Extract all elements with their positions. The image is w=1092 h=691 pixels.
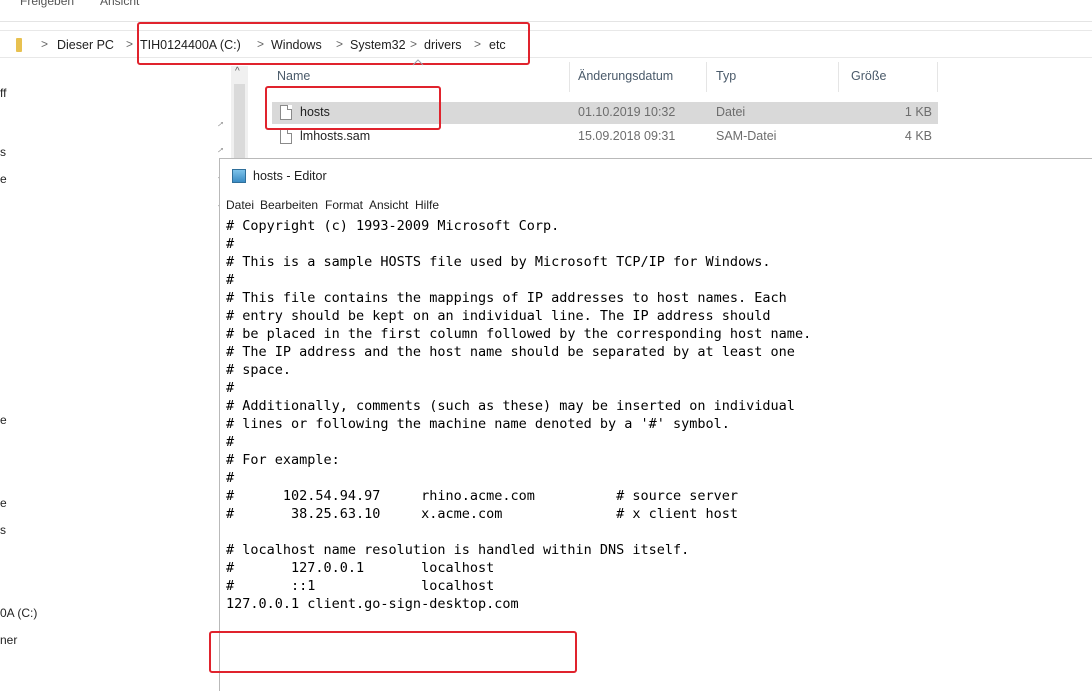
- text-line[interactable]: # Additionally, comments (such as these)…: [226, 397, 795, 415]
- column-header-date[interactable]: Änderungsdatum: [578, 69, 673, 83]
- file-date: 01.10.2019 10:32: [578, 105, 676, 119]
- column-divider[interactable]: [569, 62, 570, 92]
- text-line[interactable]: # 38.25.63.10 x.acme.com # x client host: [226, 505, 738, 523]
- text-line[interactable]: #: [226, 235, 234, 253]
- nav-item[interactable]: s: [0, 145, 6, 159]
- menu-file[interactable]: Datei: [226, 198, 254, 212]
- column-divider[interactable]: [706, 62, 707, 92]
- text-line[interactable]: # 127.0.0.1 localhost: [226, 559, 494, 577]
- hosts-file-highlight-box: [265, 86, 441, 130]
- nav-item[interactable]: e: [0, 413, 7, 427]
- ribbon-tab-share[interactable]: Freigeben: [20, 0, 74, 8]
- path-highlight-box: [137, 22, 530, 65]
- file-name: lmhosts.sam: [300, 129, 371, 143]
- nav-scrollbar-thumb[interactable]: [234, 84, 245, 164]
- text-line[interactable]: 127.0.0.1 client.go-sign-desktop.com: [226, 595, 519, 613]
- folder-icon: [16, 38, 22, 52]
- hosts-entry-highlight-box: [209, 631, 577, 673]
- breadcrumb-separator[interactable]: >: [41, 37, 48, 51]
- file-size: 1 KB: [904, 105, 932, 119]
- breadcrumb-separator[interactable]: >: [126, 37, 133, 51]
- text-line[interactable]: #: [226, 271, 234, 289]
- text-line[interactable]: # entry should be kept on an individual …: [226, 307, 771, 325]
- file-size: 4 KB: [904, 129, 932, 143]
- text-line[interactable]: #: [226, 379, 234, 397]
- nav-item-drive-c[interactable]: 0A (C:): [0, 606, 37, 620]
- notepad-window[interactable]: hosts - Editor Datei Bearbeiten Format A…: [219, 158, 1092, 691]
- text-line[interactable]: # This file contains the mappings of IP …: [226, 289, 787, 307]
- nav-item[interactable]: s: [0, 523, 6, 537]
- notepad-title-bar[interactable]: hosts - Editor: [220, 159, 1092, 193]
- text-line[interactable]: # be placed in the first column followed…: [226, 325, 811, 343]
- menu-view[interactable]: Ansicht: [369, 198, 408, 212]
- notepad-icon: [232, 169, 246, 183]
- breadcrumb-this-pc[interactable]: Dieser PC: [57, 38, 114, 52]
- sort-ascending-icon: [412, 59, 424, 66]
- column-divider[interactable]: [937, 62, 938, 92]
- text-line[interactable]: # lines or following the machine name de…: [226, 415, 730, 433]
- menu-edit[interactable]: Bearbeiten: [260, 198, 318, 212]
- text-line[interactable]: # This is a sample HOSTS file used by Mi…: [226, 253, 771, 271]
- text-editor-area[interactable]: # Copyright (c) 1993-2009 Microsoft Corp…: [220, 217, 1092, 687]
- pin-icon: →: [212, 116, 228, 131]
- column-header-name[interactable]: Name: [277, 69, 310, 83]
- text-line[interactable]: # Copyright (c) 1993-2009 Microsoft Corp…: [226, 217, 559, 235]
- text-line[interactable]: # The IP address and the host name shoul…: [226, 343, 795, 361]
- menu-format[interactable]: Format: [325, 198, 363, 212]
- ribbon-tabs: Freigeben Ansicht: [0, 0, 1092, 22]
- file-type: Datei: [716, 105, 746, 119]
- nav-item[interactable]: ff: [0, 86, 6, 100]
- scroll-up-arrow-icon[interactable]: ^: [235, 66, 240, 77]
- file-type: SAM-Datei: [716, 129, 777, 143]
- text-line[interactable]: # space.: [226, 361, 291, 379]
- column-header-type[interactable]: Typ: [716, 69, 736, 83]
- file-icon: [280, 129, 292, 144]
- text-line[interactable]: #: [226, 469, 234, 487]
- window-title: hosts - Editor: [253, 169, 327, 183]
- nav-item[interactable]: e: [0, 172, 7, 186]
- text-line[interactable]: # 102.54.94.97 rhino.acme.com # source s…: [226, 487, 738, 505]
- nav-item[interactable]: e: [0, 496, 7, 510]
- column-header-size[interactable]: Größe: [851, 69, 886, 83]
- text-line[interactable]: # localhost name resolution is handled w…: [226, 541, 689, 559]
- text-line[interactable]: #: [226, 433, 234, 451]
- column-divider[interactable]: [838, 62, 839, 92]
- nav-item[interactable]: ner: [0, 633, 17, 647]
- file-date: 15.09.2018 09:31: [578, 129, 676, 143]
- ribbon-tab-view[interactable]: Ansicht: [100, 0, 139, 8]
- text-line[interactable]: # For example:: [226, 451, 340, 469]
- menu-bar: Datei Bearbeiten Format Ansicht Hilfe: [220, 197, 1092, 215]
- text-line[interactable]: # ::1 localhost: [226, 577, 494, 595]
- menu-help[interactable]: Hilfe: [415, 198, 439, 212]
- pin-icon: →: [212, 142, 228, 157]
